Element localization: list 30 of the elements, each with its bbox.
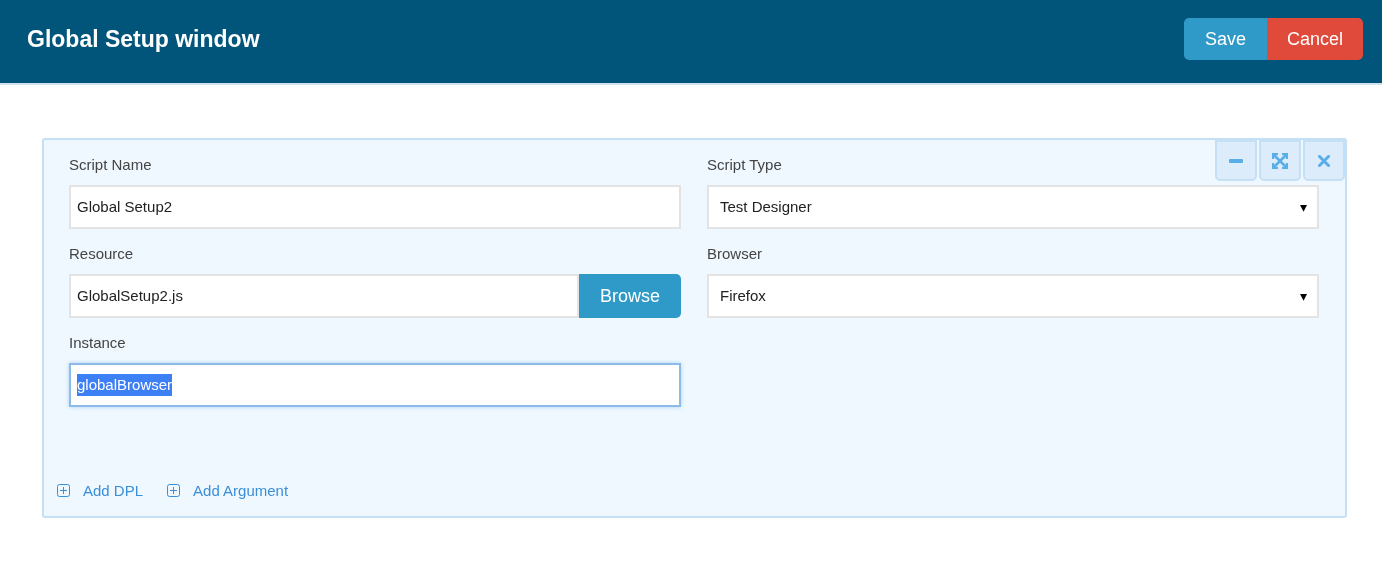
save-button[interactable]: Save xyxy=(1183,18,1267,60)
plus-square-icon xyxy=(167,484,181,498)
selected-text: globalBrowser xyxy=(77,373,173,397)
close-icon xyxy=(1318,154,1330,167)
text-field[interactable]: globalBrowser xyxy=(69,363,681,407)
field-label: Script Type xyxy=(707,155,782,175)
plus-square-icon xyxy=(57,484,70,498)
field-value: Firefox xyxy=(720,285,766,306)
field-label: Script Name xyxy=(69,155,152,175)
cancel-button[interactable]: Cancel xyxy=(1266,18,1363,60)
text-field[interactable]: GlobalSetup2.js xyxy=(69,274,579,318)
close-button[interactable] xyxy=(1303,140,1345,181)
text-field[interactable]: Global Setup2 xyxy=(69,185,681,229)
select-dropdown[interactable]: Test Designer ▾ xyxy=(707,185,1319,229)
field-label: Resource xyxy=(69,244,134,264)
field-value: Test Designer xyxy=(720,196,812,217)
expand-arrows-icon xyxy=(1272,152,1288,169)
dropdown-arrow: ▾ xyxy=(1300,197,1307,217)
window-title: Global Setup window xyxy=(27,25,260,54)
browse-button[interactable]: Browse xyxy=(579,274,681,318)
add-link[interactable]: Add Argument xyxy=(167,479,289,502)
select-dropdown[interactable]: Firefox ▾ xyxy=(707,274,1319,318)
minimize-button[interactable] xyxy=(1215,140,1257,181)
field-label: Instance xyxy=(69,333,126,353)
field-value: GlobalSetup2.js xyxy=(77,285,183,306)
maximize-button[interactable] xyxy=(1259,140,1301,181)
field-value: Global Setup2 xyxy=(77,196,173,217)
field-label: Browser xyxy=(707,244,762,264)
add-link[interactable]: Add DPL xyxy=(57,479,144,502)
dropdown-arrow: ▾ xyxy=(1300,286,1307,306)
